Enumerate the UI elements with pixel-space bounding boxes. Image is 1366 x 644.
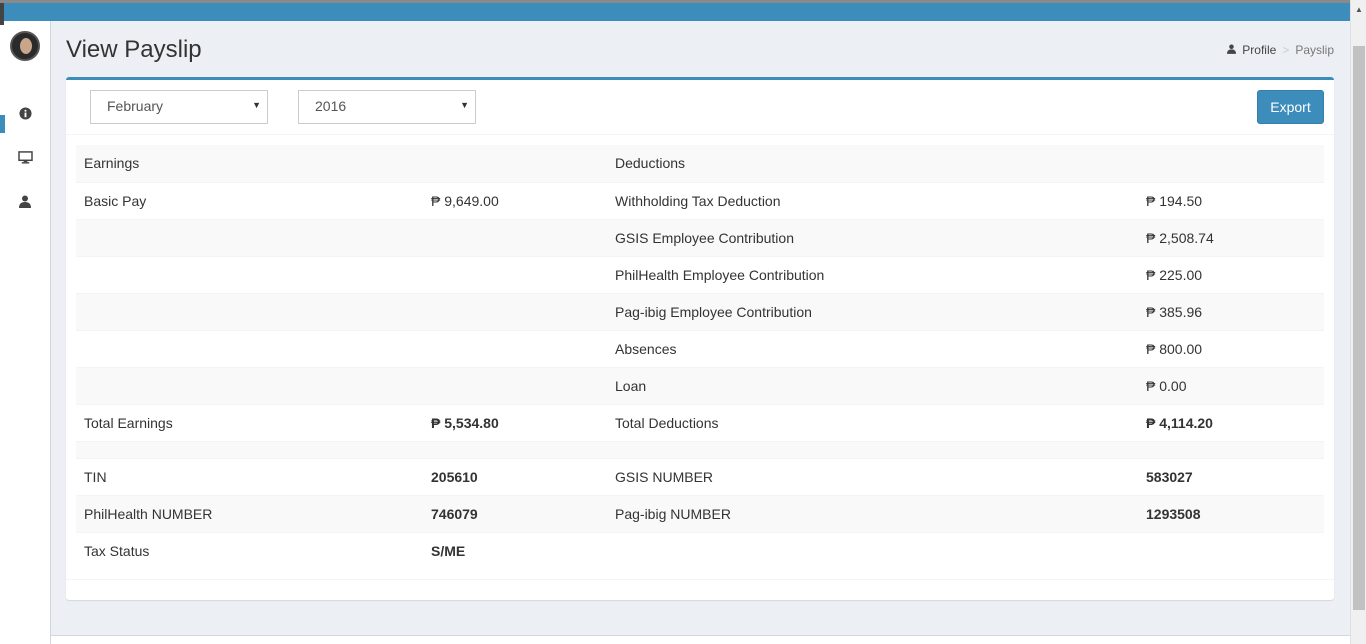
id-label: Tax Status	[76, 531, 423, 569]
table-row: Basic Pay ₱ 9,649.00 Withholding Tax Ded…	[76, 181, 1324, 219]
deduction-label: PhilHealth Employee Contribution	[607, 255, 1138, 293]
month-select[interactable]: February ▼	[90, 90, 268, 124]
top-navbar	[0, 3, 1350, 21]
info-icon[interactable]	[17, 105, 33, 121]
earning-label	[76, 329, 423, 367]
deduction-amount: ₱ 385.96	[1138, 292, 1324, 330]
sidebar	[0, 3, 51, 644]
id-value: 583027	[1138, 457, 1324, 495]
deduction-amount: ₱ 194.50	[1138, 181, 1324, 219]
earning-amount	[423, 292, 607, 330]
spacer-row	[76, 440, 1324, 458]
user-icon	[1227, 43, 1237, 57]
sidebar-active-indicator	[0, 115, 5, 133]
earning-label	[76, 255, 423, 293]
deductions-header: Deductions	[607, 145, 1138, 182]
earning-amount	[423, 329, 607, 367]
total-deductions-value: ₱ 4,114.20	[1138, 403, 1324, 441]
user-icon[interactable]	[17, 193, 33, 209]
breadcrumb-current: Payslip	[1295, 43, 1334, 57]
year-select-value: 2016	[315, 98, 347, 114]
earning-amount: ₱ 9,649.00	[423, 181, 607, 219]
vertical-scrollbar[interactable]: ▲	[1350, 0, 1366, 644]
chevron-down-icon: ▼	[460, 100, 469, 110]
id-row: Tax Status S/ME	[76, 531, 1324, 569]
id-value: 205610	[423, 457, 607, 495]
scroll-up-arrow[interactable]: ▲	[1351, 2, 1366, 18]
deduction-label: Loan	[607, 366, 1138, 404]
year-select[interactable]: 2016 ▼	[298, 90, 476, 124]
desktop-icon[interactable]	[17, 149, 33, 165]
total-earnings-value: ₱ 5,534.80	[423, 403, 607, 441]
breadcrumb: Profile > Payslip	[1227, 43, 1334, 57]
month-select-value: February	[107, 98, 164, 114]
earning-label: Basic Pay	[76, 181, 423, 219]
id-label	[607, 531, 1138, 569]
id-row: TIN 205610 GSIS NUMBER 583027	[76, 457, 1324, 495]
id-value	[1138, 531, 1324, 569]
id-label: GSIS NUMBER	[607, 457, 1138, 495]
scroll-thumb[interactable]	[1353, 46, 1365, 610]
table-row: GSIS Employee Contribution ₱ 2,508.74	[76, 218, 1324, 256]
id-value: 1293508	[1138, 494, 1324, 532]
earning-label	[76, 218, 423, 256]
earning-label	[76, 292, 423, 330]
table-row: Absences ₱ 800.00	[76, 329, 1324, 367]
table-cell	[1138, 145, 1324, 182]
table-header-row: Earnings Deductions	[76, 145, 1324, 182]
earnings-header: Earnings	[76, 145, 423, 182]
total-earnings-label: Total Earnings	[76, 403, 423, 441]
box-footer	[66, 579, 1334, 600]
avatar[interactable]	[10, 31, 40, 61]
id-value: 746079	[423, 494, 607, 532]
deduction-label: Absences	[607, 329, 1138, 367]
deduction-label: Pag-ibig Employee Contribution	[607, 292, 1138, 330]
id-label: TIN	[76, 457, 423, 495]
deduction-amount: ₱ 800.00	[1138, 329, 1324, 367]
earning-amount	[423, 255, 607, 293]
chevron-down-icon: ▼	[252, 100, 261, 110]
id-label: PhilHealth NUMBER	[76, 494, 423, 532]
content-header: View Payslip Profile > Payslip	[66, 34, 1334, 66]
deduction-label: GSIS Employee Contribution	[607, 218, 1138, 256]
page-title: View Payslip	[66, 36, 202, 63]
totals-row: Total Earnings ₱ 5,534.80 Total Deductio…	[76, 403, 1324, 441]
sidebar-edge-mark	[0, 3, 4, 25]
earning-label	[76, 366, 423, 404]
breadcrumb-profile-link[interactable]: Profile	[1242, 43, 1276, 57]
table-row: Loan ₱ 0.00	[76, 366, 1324, 404]
table-row: Pag-ibig Employee Contribution ₱ 385.96	[76, 292, 1324, 330]
deduction-amount: ₱ 0.00	[1138, 366, 1324, 404]
table-row: PhilHealth Employee Contribution ₱ 225.0…	[76, 255, 1324, 293]
deduction-amount: ₱ 2,508.74	[1138, 218, 1324, 256]
payslip-filters: February ▼ 2016 ▼ Export	[66, 80, 1334, 135]
id-row: PhilHealth NUMBER 746079 Pag-ibig NUMBER…	[76, 494, 1324, 532]
id-value: S/ME	[423, 531, 607, 569]
export-button[interactable]: Export	[1257, 90, 1324, 124]
breadcrumb-separator: >	[1282, 43, 1290, 57]
payslip-box: February ▼ 2016 ▼ Export Earnings Deduct…	[66, 77, 1334, 600]
earning-amount	[423, 218, 607, 256]
page-footer	[51, 635, 1350, 644]
deduction-label: Withholding Tax Deduction	[607, 181, 1138, 219]
earning-amount	[423, 366, 607, 404]
total-deductions-label: Total Deductions	[607, 403, 1138, 441]
id-label: Pag-ibig NUMBER	[607, 494, 1138, 532]
table-cell	[423, 145, 607, 182]
payslip-table: Earnings Deductions Basic Pay ₱ 9,649.00…	[76, 145, 1324, 569]
deduction-amount: ₱ 225.00	[1138, 255, 1324, 293]
